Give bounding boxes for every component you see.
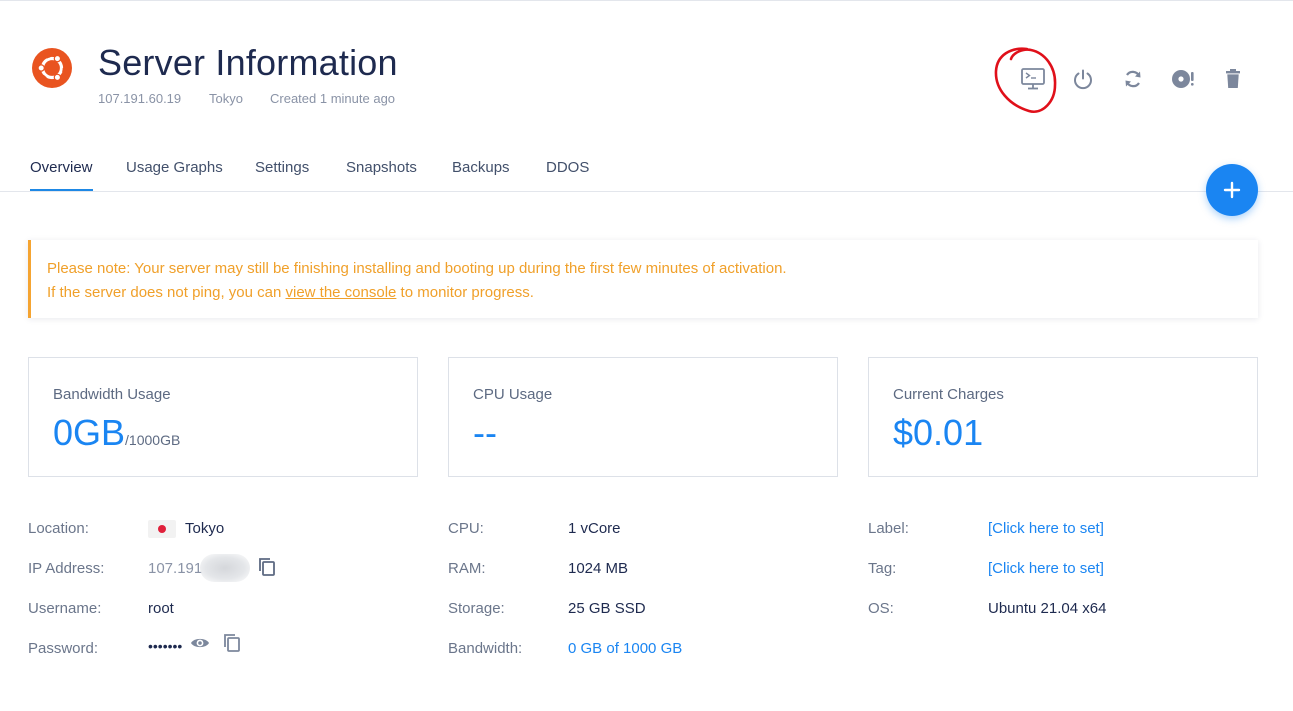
ram-label: RAM: [448,560,486,577]
server-ip: 107.191.60.19 [98,91,182,106]
copy-password-icon[interactable] [222,633,242,658]
show-password-eye-icon[interactable] [190,635,210,656]
notice-text: to monitor progress. [396,284,534,301]
tab-ddos[interactable]: DDOS [546,159,589,189]
notice-line-1: Please note: Your server may still be fi… [47,260,787,277]
username-label: Username: [28,600,102,617]
redaction-blur [200,554,250,582]
tab-bar: Overview Usage Graphs Settings Snapshots… [0,150,1293,192]
activation-notice: Please note: Your server may still be fi… [28,240,1258,318]
card-label: CPU Usage [473,386,553,403]
current-charges-card: Current Charges $0.01 [868,357,1258,477]
location-value: Tokyo [185,520,225,537]
restart-icon[interactable] [1120,66,1146,92]
tab-overview[interactable]: Overview [30,159,93,191]
ram-value: 1024 MB [568,560,629,577]
password-label: Password: [28,640,99,657]
server-location: Tokyo [209,91,243,106]
storage-label: Storage: [448,600,505,617]
delete-icon[interactable] [1220,66,1246,92]
card-value: 0GB/1000GB [53,412,180,454]
tag-label: Tag: [868,560,897,577]
bandwidth-link[interactable]: 0 GB of 1000 GB [568,640,682,657]
notice-text: If the server does not ping, you can [47,284,286,301]
card-value: -- [473,412,497,453]
cpu-value: 1 vCore [568,520,621,537]
view-console-link[interactable]: view the console [285,284,396,301]
cpu-usage-card: CPU Usage -- [448,357,838,477]
label-label: Label: [868,520,909,537]
bandwidth-unit: /1000GB [125,432,181,448]
red-circle-annotation [994,47,1057,113]
bandwidth-value: 0GB [53,412,126,453]
notice-line-2: If the server does not ping, you can vie… [47,281,1258,305]
power-icon[interactable] [1070,66,1096,92]
cpu-label: CPU: [448,520,484,537]
set-label-link[interactable]: [Click here to set] [988,520,1104,537]
password-value: ••••••• [148,638,183,654]
ubuntu-logo-icon [32,48,72,88]
storage-value: 25 GB SSD [568,600,646,617]
username-value: root [148,600,174,617]
add-button[interactable] [1206,164,1258,216]
card-label: Bandwidth Usage [53,386,171,403]
tab-settings[interactable]: Settings [255,159,309,189]
ip-address-label: IP Address: [28,560,105,577]
copy-ip-icon[interactable] [257,557,277,582]
os-label: OS: [868,600,894,617]
tab-snapshots[interactable]: Snapshots [346,159,417,189]
top-divider [0,0,1293,1]
reinstall-icon[interactable] [1170,66,1196,92]
bandwidth-label: Bandwidth: [448,640,523,657]
japan-flag-icon [148,520,176,538]
tab-backups[interactable]: Backups [452,159,510,189]
set-tag-link[interactable]: [Click here to set] [988,560,1104,577]
card-label: Current Charges [893,386,1004,403]
plus-icon [1223,181,1241,199]
page-title: Server Information [98,42,398,83]
card-value: $0.01 [893,412,984,453]
os-value: Ubuntu 21.04 x64 [988,600,1107,617]
tab-usage-graphs[interactable]: Usage Graphs [126,159,223,189]
created-time: Created 1 minute ago [270,91,396,106]
location-label: Location: [28,520,89,537]
bandwidth-usage-card: Bandwidth Usage 0GB/1000GB [28,357,418,477]
ip-address-value: 107.191 [148,560,203,577]
